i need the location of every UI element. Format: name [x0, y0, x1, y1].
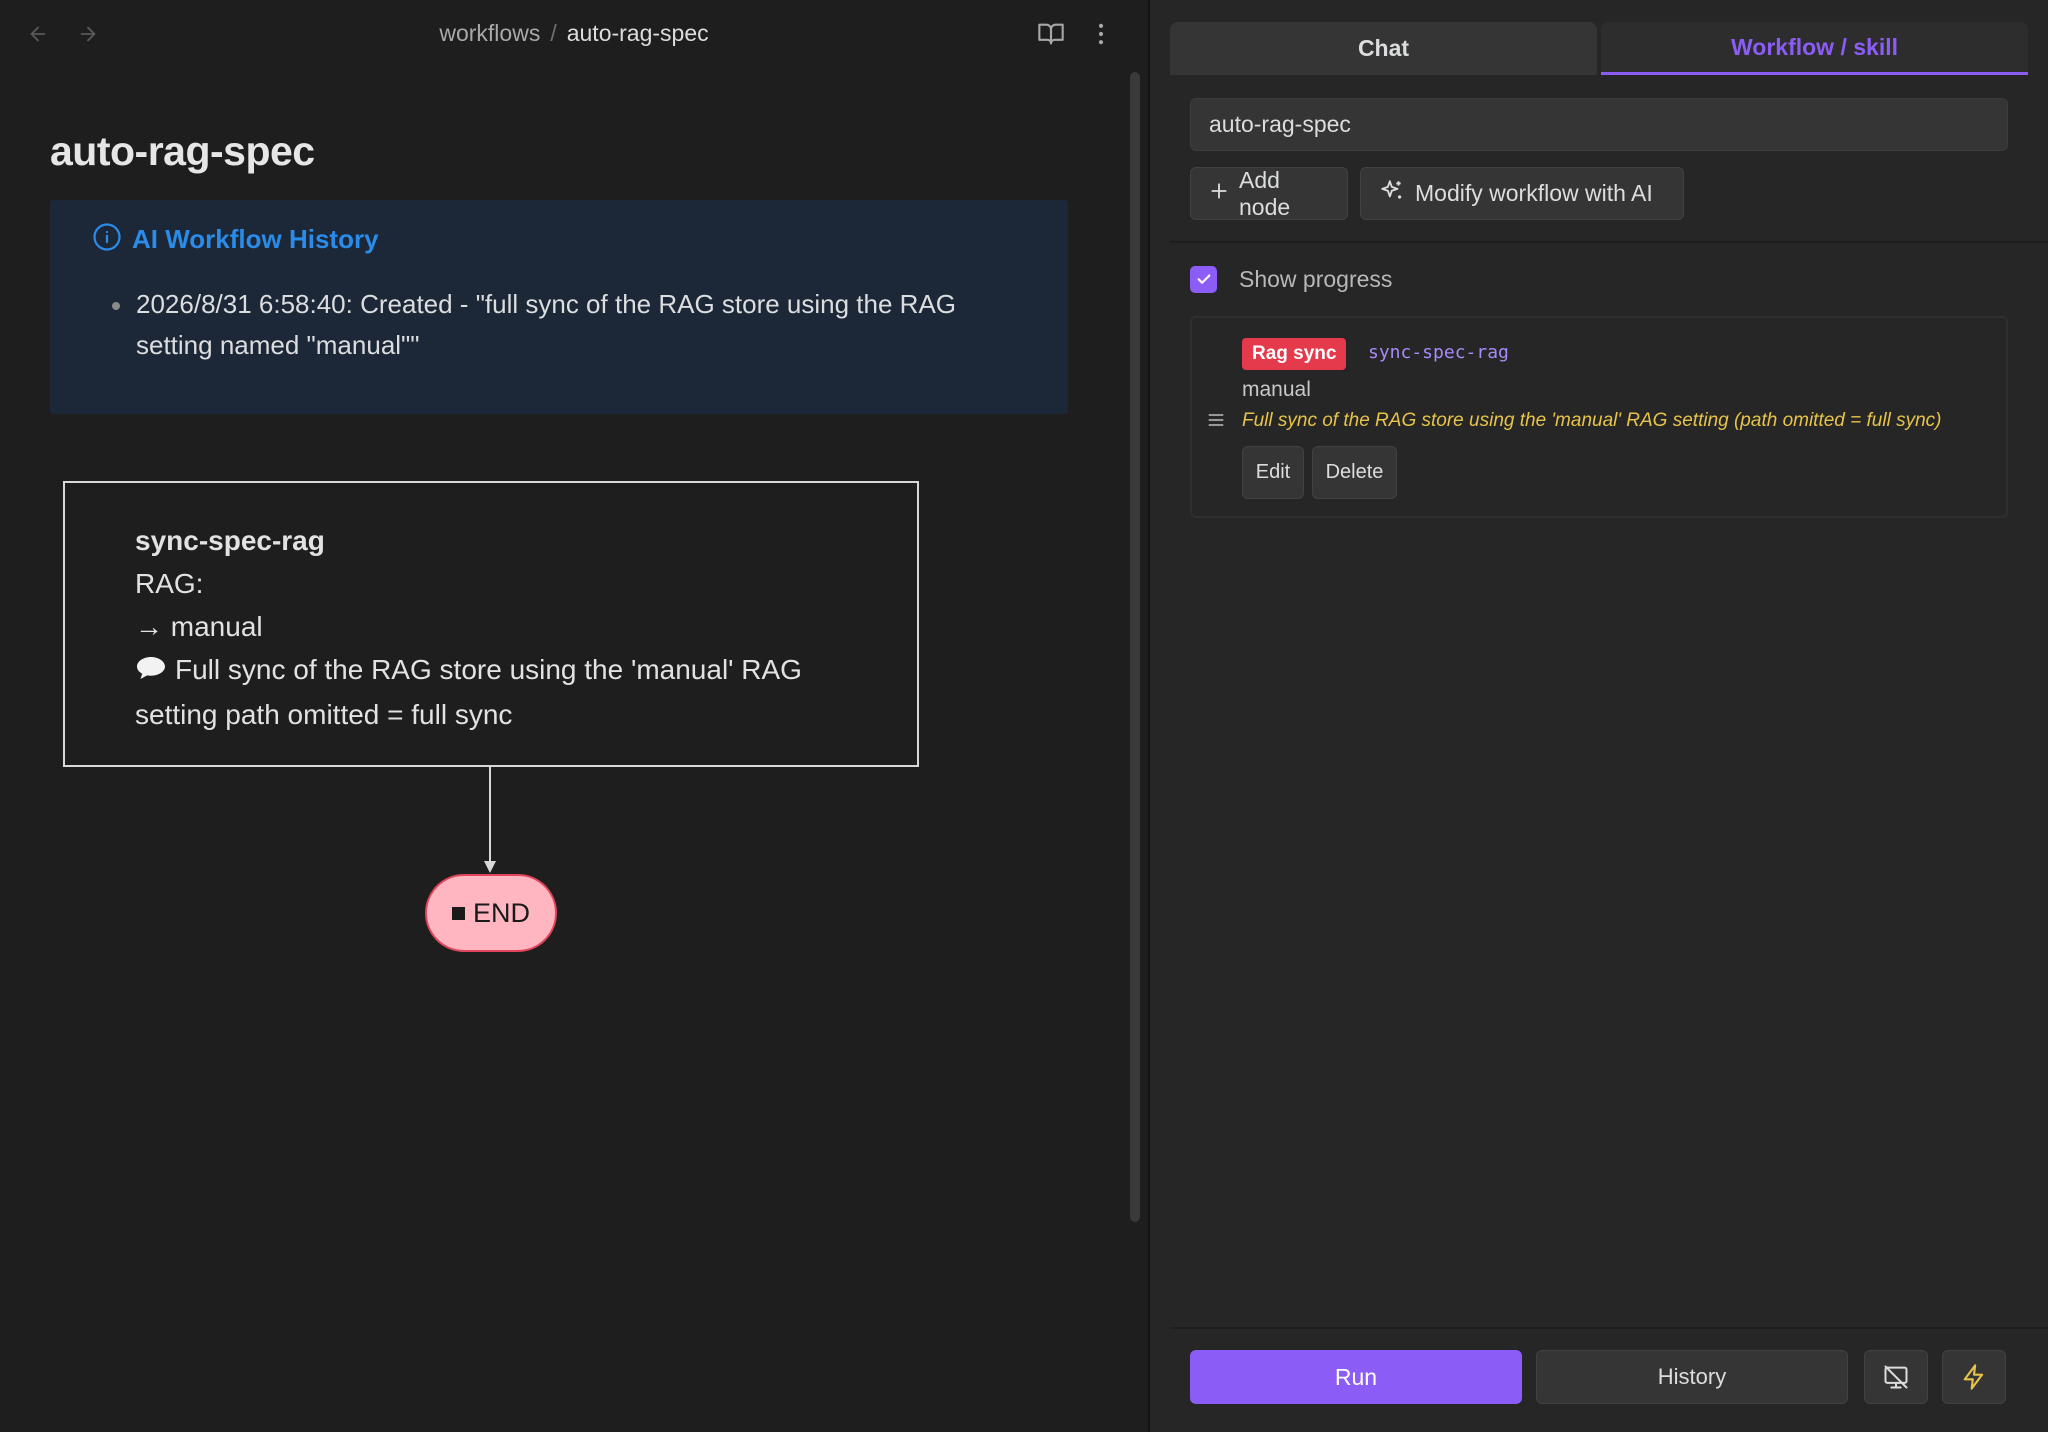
breadcrumb-separator: /	[550, 20, 557, 46]
flowchart-node-name: sync-spec-rag	[135, 525, 325, 556]
add-node-button[interactable]: Add node	[1190, 167, 1348, 220]
view-header: workflows / auto-rag-spec	[0, 0, 1148, 68]
vertical-scrollbar[interactable]	[1130, 72, 1140, 1222]
flowchart-node-comment: Full sync of the RAG store using the 'ma…	[135, 654, 802, 730]
node-comment: Full sync of the RAG store using the 'ma…	[1242, 410, 1942, 431]
flowchart-end-node[interactable]: END	[425, 874, 557, 952]
flowchart-node-text: sync-spec-rag RAG: → manual Full sync of…	[135, 519, 865, 736]
workflow-name-input[interactable]	[1190, 98, 2008, 151]
footer-divider	[1170, 1327, 2048, 1329]
tab-chat[interactable]: Chat	[1170, 22, 1597, 75]
ai-history-callout: AI Workflow History 2026/8/31 6:58:40: C…	[50, 200, 1068, 414]
lightning-button[interactable]	[1942, 1350, 2006, 1404]
modify-workflow-ai-label: Modify workflow with AI	[1415, 180, 1653, 206]
section-divider	[1170, 241, 2048, 243]
flowchart-node-rag-line: RAG:	[135, 568, 204, 599]
show-progress-row: Show progress	[1190, 264, 1392, 294]
lightning-icon	[1963, 1364, 1984, 1390]
panel-tabs: Chat Workflow / skill	[1170, 22, 2028, 75]
show-progress-checkbox[interactable]	[1190, 265, 1217, 293]
plus-icon	[1209, 180, 1229, 207]
node-type-badge: Rag sync	[1242, 338, 1347, 370]
modify-workflow-ai-button[interactable]: Modify workflow with AI	[1360, 167, 1684, 220]
add-node-label: Add node	[1239, 166, 1291, 220]
workflow-view-pane: workflows / auto-rag-spec auto-rag-spec AI…	[0, 0, 1148, 1432]
show-progress-label[interactable]: Show progress	[1239, 266, 1392, 293]
flowchart-node-setting-line: → manual	[135, 611, 263, 642]
sparkles-icon	[1379, 178, 1405, 210]
end-node-label: END	[472, 897, 530, 928]
node-id: sync-spec-rag	[1368, 342, 1509, 363]
callout-header: AI Workflow History	[92, 222, 379, 256]
callout-title: AI Workflow History	[132, 223, 379, 254]
edit-node-button[interactable]: Edit	[1242, 446, 1304, 499]
history-button[interactable]: History	[1536, 1350, 1848, 1404]
book-open-icon[interactable]	[1033, 16, 1069, 52]
app-window: workflows / auto-rag-spec auto-rag-spec AI…	[0, 0, 2048, 1432]
run-button[interactable]: Run	[1190, 1350, 1522, 1404]
monitor-off-icon	[1884, 1365, 1908, 1389]
info-icon	[92, 222, 122, 257]
node-card[interactable]: Rag sync sync-spec-rag manual Full sync …	[1190, 316, 2008, 518]
breadcrumb: workflows / auto-rag-spec	[0, 20, 1148, 47]
check-icon	[1197, 274, 1210, 284]
breadcrumb-parent[interactable]: workflows	[439, 20, 540, 46]
history-list: 2026/8/31 6:58:40: Created - "full sync …	[110, 284, 1010, 366]
breadcrumb-current[interactable]: auto-rag-spec	[567, 20, 709, 46]
flowchart-node-comment-line: Full sync of the RAG store using the 'ma…	[135, 648, 865, 736]
delete-node-button[interactable]: Delete	[1312, 446, 1397, 499]
workflow-sidebar-panel: Chat Workflow / skill Add node Modify wo…	[1150, 0, 2048, 1432]
monitor-off-button[interactable]	[1864, 1350, 1928, 1404]
flowchart-edge-arrow	[484, 767, 496, 873]
speech-bubble-icon	[135, 650, 167, 693]
node-setting: manual	[1242, 378, 1311, 401]
stop-square-icon	[451, 906, 465, 920]
history-entry: 2026/8/31 6:58:40: Created - "full sync …	[110, 284, 1010, 366]
page-title: auto-rag-spec	[50, 128, 315, 174]
tab-workflow-skill[interactable]: Workflow / skill	[1601, 22, 2028, 75]
flowchart-node-sync-spec-rag[interactable]: sync-spec-rag RAG: → manual Full sync of…	[63, 481, 919, 767]
more-vertical-icon[interactable]	[1083, 16, 1119, 52]
drag-handle-icon[interactable]	[1206, 410, 1226, 435]
